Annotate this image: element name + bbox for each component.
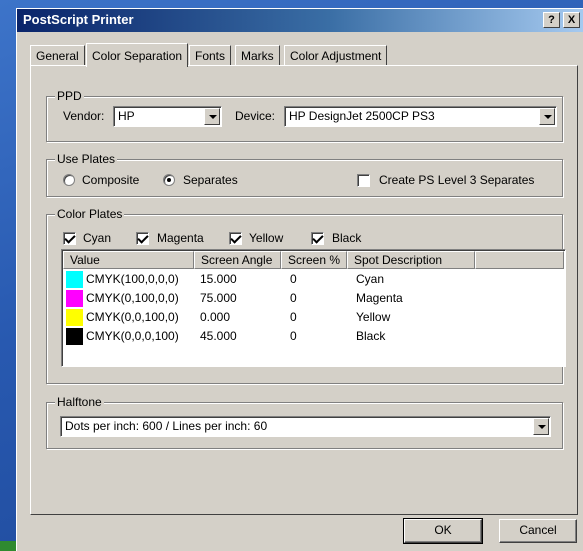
close-button[interactable]: X (563, 12, 580, 28)
black-label[interactable]: Black (332, 231, 361, 245)
column-header-filler (475, 251, 564, 269)
black-checkbox[interactable] (311, 232, 324, 245)
level3-checkbox[interactable] (357, 174, 370, 187)
column-header-value[interactable]: Value (63, 251, 194, 269)
yellow-swatch (66, 309, 83, 326)
window-title: PostScript Printer (23, 12, 134, 27)
vendor-label: Vendor: (63, 109, 105, 123)
cyan-label[interactable]: Cyan (83, 231, 111, 245)
device-select[interactable]: HP DesignJet 2500CP PS3 (284, 106, 557, 127)
magenta-swatch (66, 290, 83, 307)
halftone-group-label: Halftone (55, 395, 104, 409)
composite-label[interactable]: Composite (82, 173, 139, 187)
vendor-value: HP (118, 109, 135, 123)
plates-list[interactable]: Value Screen Angle Screen % Spot Descrip… (61, 249, 566, 367)
row-screen-percent: 0 (290, 310, 297, 324)
tab-fonts[interactable]: Fonts (189, 45, 232, 66)
cyan-checkbox[interactable] (63, 232, 76, 245)
vendor-select[interactable]: HP (113, 106, 222, 127)
use-plates-group: Use Plates Composite Separates Create PS… (46, 152, 563, 197)
device-dropdown-arrow-icon[interactable] (539, 108, 555, 125)
postscript-printer-dialog: PostScript Printer ? X General Color Sep… (16, 8, 583, 551)
tab-marks[interactable]: Marks (235, 45, 280, 66)
row-screen-percent: 0 (290, 291, 297, 305)
device-value: HP DesignJet 2500CP PS3 (289, 109, 435, 123)
column-header-screen-percent[interactable]: Screen % (281, 251, 347, 269)
halftone-group: Halftone Dots per inch: 600 / Lines per … (46, 395, 563, 449)
row-value: CMYK(0,0,0,100) (86, 329, 179, 343)
row-spot-description: Cyan (356, 272, 385, 286)
vendor-dropdown-arrow-icon[interactable] (204, 108, 220, 125)
row-screen-percent: 0 (290, 272, 297, 286)
column-header-spot-description[interactable]: Spot Description (347, 251, 475, 269)
tab-color-adjustment[interactable]: Color Adjustment (284, 45, 388, 66)
row-screen-angle: 15.000 (200, 272, 237, 286)
yellow-label[interactable]: Yellow (249, 231, 283, 245)
row-spot-description: Magenta (356, 291, 403, 305)
black-swatch (66, 328, 83, 345)
tab-general[interactable]: General (30, 45, 85, 66)
yellow-checkbox[interactable] (229, 232, 242, 245)
taskbar-edge (0, 541, 16, 551)
composite-radio[interactable] (63, 174, 75, 186)
row-value: CMYK(0,0,100,0) (86, 310, 179, 324)
table-row[interactable]: CMYK(100,0,0,0) 15.000 0 Cyan (64, 270, 554, 289)
help-button[interactable]: ? (543, 12, 560, 28)
table-row[interactable]: CMYK(0,100,0,0) 75.000 0 Magenta (64, 289, 554, 308)
table-row[interactable]: CMYK(0,0,0,100) 45.000 0 Black (64, 327, 554, 346)
row-value: CMYK(0,100,0,0) (86, 291, 179, 305)
row-value: CMYK(100,0,0,0) (86, 272, 179, 286)
halftone-value: Dots per inch: 600 / Lines per inch: 60 (65, 419, 268, 433)
row-screen-angle: 75.000 (200, 291, 237, 305)
halftone-dropdown-arrow-icon[interactable] (533, 418, 549, 435)
magenta-checkbox[interactable] (136, 232, 149, 245)
level3-label[interactable]: Create PS Level 3 Separates (379, 173, 534, 187)
title-bar[interactable]: PostScript Printer ? X (17, 9, 583, 32)
device-label: Device: (235, 109, 276, 123)
use-plates-group-label: Use Plates (55, 152, 118, 166)
tab-color-separation[interactable]: Color Separation (86, 43, 189, 67)
ok-button[interactable]: OK (403, 518, 483, 544)
table-row[interactable]: CMYK(0,0,100,0) 0.000 0 Yellow (64, 308, 554, 327)
row-screen-angle: 45.000 (200, 329, 237, 343)
row-screen-angle: 0.000 (200, 310, 231, 324)
cancel-button[interactable]: Cancel (499, 519, 577, 543)
row-spot-description: Yellow (356, 310, 391, 324)
separates-radio[interactable] (163, 174, 175, 186)
color-plates-group-label: Color Plates (55, 207, 125, 221)
separates-label[interactable]: Separates (183, 173, 238, 187)
halftone-select[interactable]: Dots per inch: 600 / Lines per inch: 60 (60, 416, 551, 437)
row-spot-description: Black (356, 329, 386, 343)
magenta-label[interactable]: Magenta (157, 231, 204, 245)
column-header-screen-angle[interactable]: Screen Angle (194, 251, 281, 269)
ppd-group: PPD Vendor: HP Device: HP DesignJet 2500… (46, 89, 563, 142)
cyan-swatch (66, 271, 83, 288)
ppd-group-label: PPD (55, 89, 84, 103)
row-screen-percent: 0 (290, 329, 297, 343)
